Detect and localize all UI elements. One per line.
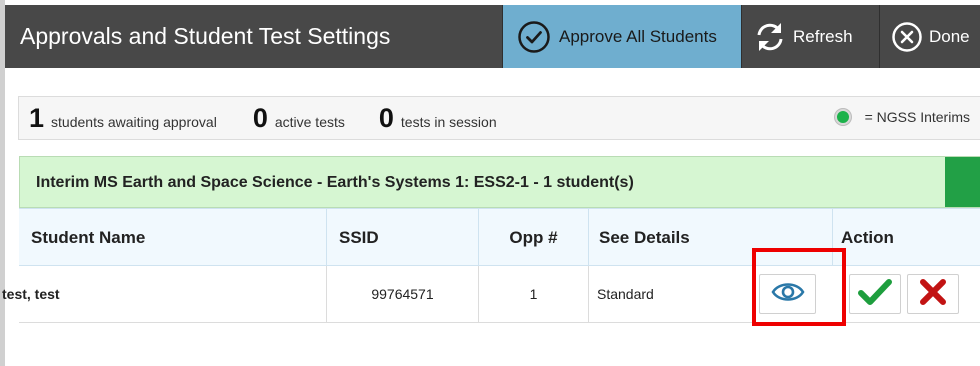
awaiting-approval-stat: 1 students awaiting approval — [29, 102, 217, 133]
tests-in-session-stat: 0 tests in session — [378, 102, 497, 133]
highlight-annotation-box — [752, 248, 846, 326]
checkmark-icon — [858, 277, 892, 312]
column-header-student-name[interactable]: Student Name — [19, 209, 327, 266]
active-tests-stat: 0 active tests — [252, 102, 345, 133]
deny-student-button[interactable] — [907, 274, 959, 314]
refresh-button[interactable]: Refresh — [742, 5, 880, 68]
tests-in-session-count: 0 — [378, 102, 394, 133]
done-button[interactable]: Done — [880, 5, 980, 68]
ngss-dot-icon — [834, 109, 851, 125]
done-label: Done — [929, 26, 970, 46]
approve-all-students-button[interactable]: Approve All Students — [502, 5, 742, 68]
active-tests-label: active tests — [274, 113, 345, 130]
close-circle-icon — [891, 21, 923, 53]
check-circle-icon — [517, 20, 551, 54]
test-group-header[interactable]: Interim MS Earth and Space Science - Ear… — [19, 156, 980, 208]
column-header-ssid[interactable]: SSID — [327, 209, 479, 266]
refresh-icon — [753, 20, 787, 54]
header-bar: Approvals and Student Test Settings Appr… — [5, 5, 980, 68]
awaiting-approval-count: 1 — [29, 102, 45, 133]
ngss-legend-label: = NGSS Interims — [864, 109, 970, 125]
test-group-title: Interim MS Earth and Space Science - Ear… — [36, 174, 634, 191]
approval-summary-bar: 1 students awaiting approval 0 active te… — [18, 96, 980, 140]
column-header-opp[interactable]: Opp # — [479, 209, 589, 266]
refresh-label: Refresh — [793, 26, 853, 46]
awaiting-approval-label: students awaiting approval — [51, 113, 217, 130]
ssid-cell: 99764571 — [327, 266, 479, 322]
column-header-action: Action — [841, 227, 894, 247]
active-tests-count: 0 — [252, 102, 268, 133]
approve-all-students-label: Approve All Students — [559, 26, 717, 46]
ngss-indicator-stripe — [945, 157, 980, 207]
approve-student-button[interactable] — [849, 274, 901, 314]
student-name-cell: test, test — [0, 266, 327, 322]
x-icon — [918, 277, 948, 312]
tests-in-session-label: tests in session — [400, 113, 497, 130]
ngss-legend: = NGSS Interims — [834, 109, 970, 125]
page-title: Approvals and Student Test Settings — [20, 23, 391, 49]
opp-cell: 1 — [479, 266, 589, 322]
